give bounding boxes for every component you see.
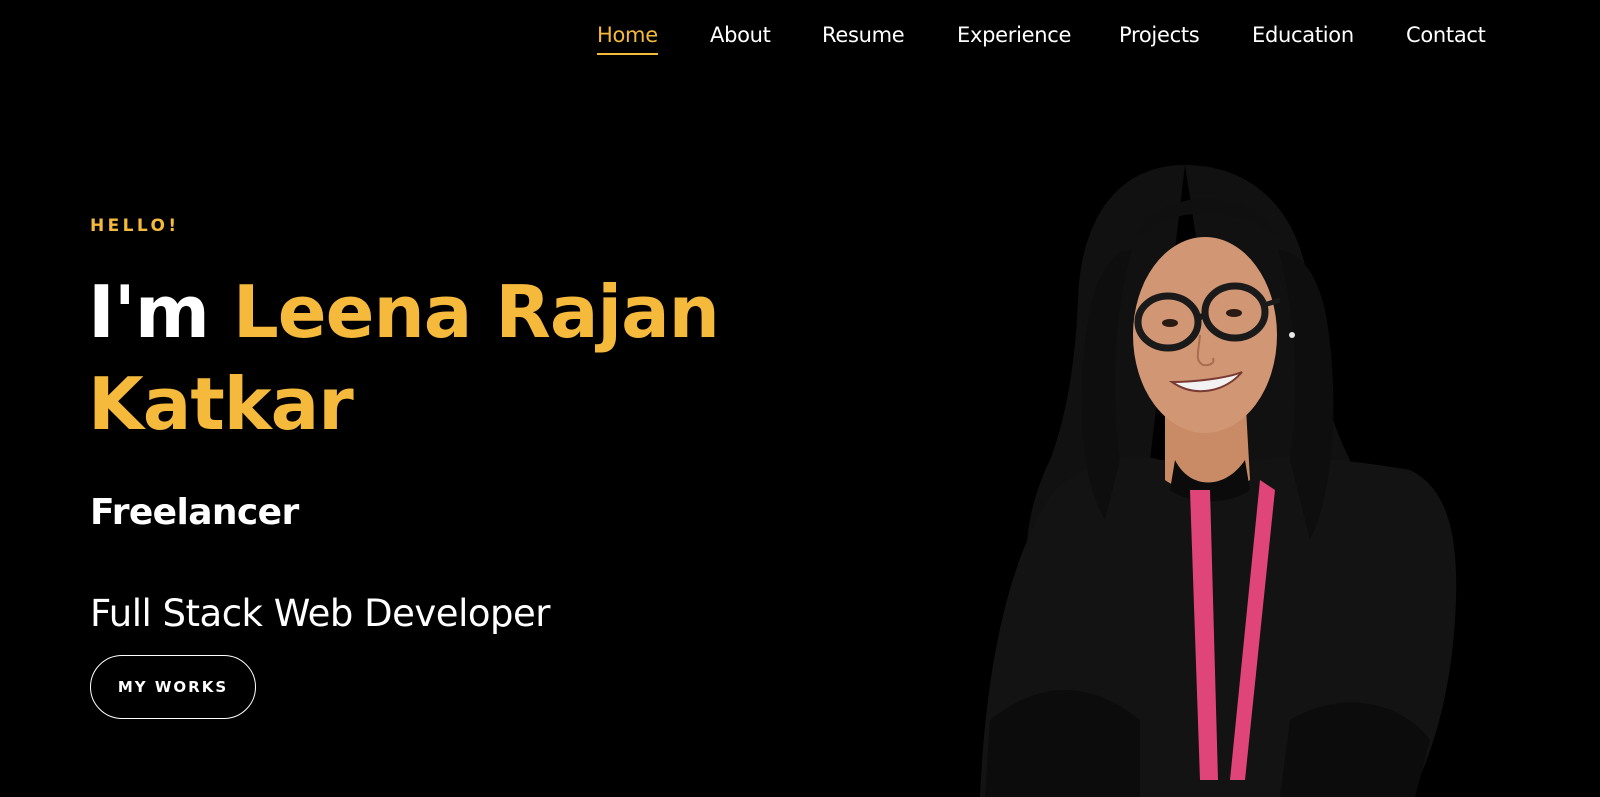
hero-name-prefix: I'm bbox=[88, 270, 233, 354]
hero-title: I'm Leena Rajan Katkar bbox=[88, 266, 788, 450]
nav-item-education[interactable]: Education bbox=[1252, 20, 1354, 50]
nav-item-home[interactable]: Home bbox=[597, 20, 658, 55]
hero-subtitle: Full Stack Web Developer bbox=[90, 592, 550, 635]
nav-item-experience[interactable]: Experience bbox=[957, 20, 1071, 50]
nav-item-projects[interactable]: Projects bbox=[1119, 20, 1200, 50]
page: Home About Resume Experience Projects Ed… bbox=[0, 0, 1600, 797]
portrait-photo bbox=[980, 165, 1457, 797]
my-works-button[interactable]: MY WORKS bbox=[90, 655, 256, 719]
nav-item-about[interactable]: About bbox=[710, 20, 771, 50]
nav-item-contact[interactable]: Contact bbox=[1406, 20, 1486, 50]
hero-greeting: HELLO! bbox=[90, 216, 180, 236]
hero-role: Freelancer bbox=[90, 492, 299, 533]
nav-item-resume[interactable]: Resume bbox=[822, 20, 905, 50]
main-nav: Home About Resume Experience Projects Ed… bbox=[0, 20, 1600, 60]
